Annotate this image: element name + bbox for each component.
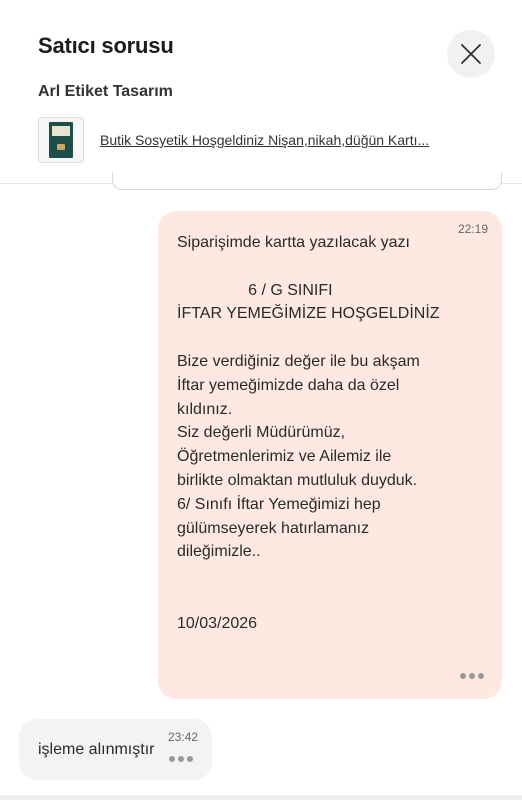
close-button[interactable]	[447, 30, 495, 78]
message-text: Siparişimde kartta yazılacak yazı 6 / G …	[177, 234, 440, 632]
message-time: 23:42	[167, 730, 198, 744]
bottom-divider	[0, 795, 522, 800]
dialog-header: Satıcı sorusu Arl Etiket Tasarım Butik S…	[0, 0, 522, 184]
close-icon	[461, 44, 481, 64]
product-card-image	[49, 122, 73, 158]
dialog-title: Satıcı sorusu	[38, 33, 174, 58]
more-dots-icon[interactable]	[460, 673, 487, 679]
product-thumbnail[interactable]	[38, 117, 84, 163]
chat-thread[interactable]: 22:19 Siparişimde kartta yazılacak yazı …	[0, 185, 522, 800]
incoming-message: 23:42 işleme alınmıştır	[19, 719, 212, 780]
more-dots-icon[interactable]	[169, 756, 196, 762]
outgoing-message: 22:19 Siparişimde kartta yazılacak yazı …	[158, 211, 502, 699]
product-link[interactable]: Butik Sosyetik Hoşgeldiniz Nişan,nikah,d…	[100, 132, 430, 148]
message-text: işleme alınmıştır	[38, 741, 155, 758]
seller-name: Arl Etiket Tasarım	[38, 83, 173, 100]
